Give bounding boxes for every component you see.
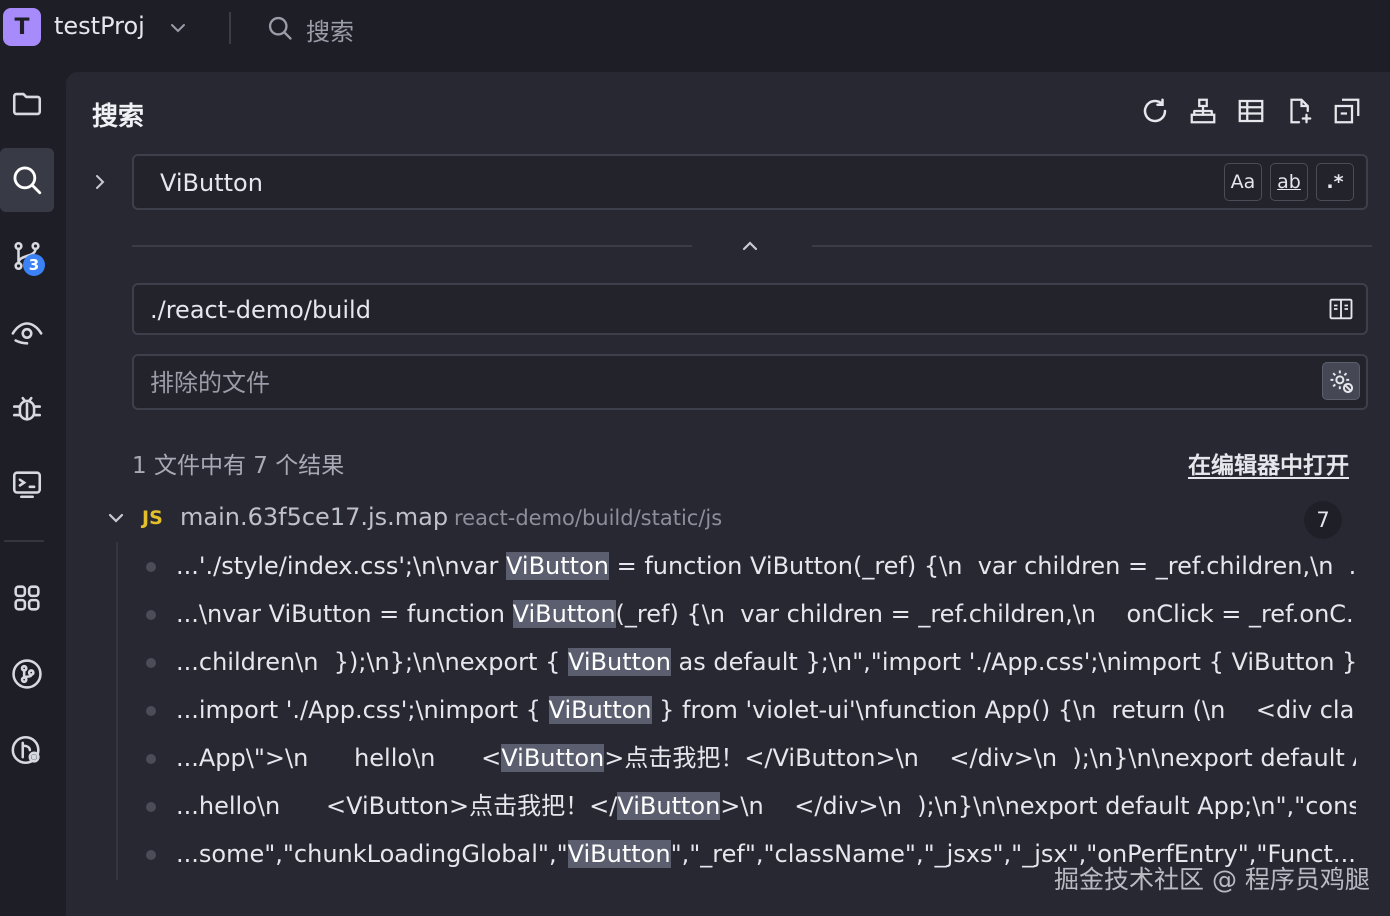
activity-extensions[interactable] (0, 566, 54, 630)
details-toggle-row (132, 232, 1372, 262)
divider-right (812, 245, 1372, 247)
source-control-badge: 3 (23, 254, 45, 276)
result-line[interactable]: ...children\n });\n};\n\nexport { ViButt… (116, 638, 1366, 686)
bullet-icon (146, 610, 156, 620)
match-highlight: ViButton (567, 840, 671, 868)
deploy-settings-icon (11, 735, 40, 765)
bullet-icon (146, 850, 156, 860)
tree-icon (1190, 98, 1216, 124)
top-divider (229, 12, 231, 44)
match-highlight: ViButton (506, 552, 609, 580)
divider-left (132, 245, 692, 247)
search-options: Aa ab .* (1224, 163, 1354, 201)
result-text: ...import './App.css';\nimport { ViButto… (176, 696, 1356, 724)
bullet-icon (146, 706, 156, 716)
use-exclude-settings-button[interactable] (1322, 362, 1360, 400)
file-name: main.63f5ce17.js.map (180, 503, 449, 531)
eye-icon (11, 322, 43, 345)
search-input[interactable] (158, 156, 1222, 210)
project-name[interactable]: testProj (54, 12, 145, 40)
results-summary: 1 文件中有 7 个结果 (132, 453, 345, 479)
terminal-icon (12, 471, 42, 499)
list-icon (1238, 99, 1264, 123)
gear-icon (1330, 370, 1354, 394)
include-files-input[interactable] (148, 285, 1212, 335)
collapse-icon (1334, 98, 1360, 124)
chevron-up-icon[interactable] (738, 234, 762, 258)
book-icon (1329, 298, 1353, 320)
result-line[interactable]: ...import './App.css';\nimport { ViButto… (116, 686, 1366, 734)
search-icon (13, 166, 42, 195)
result-text: ...App\">\n hello\n <ViButton>点击我把！</ViB… (176, 744, 1356, 772)
exclude-files-box (132, 354, 1368, 410)
bullet-icon (146, 562, 156, 572)
watermark: 掘金技术社区 @ 程序员鸡腿 (1054, 865, 1370, 894)
result-text: ...children\n });\n};\n\nexport { ViButt… (176, 648, 1356, 676)
open-editors-only-button[interactable] (1322, 290, 1360, 328)
result-line[interactable]: ...\nvar ViButton = function ViButton(_r… (116, 590, 1366, 638)
result-line[interactable]: ...hello\n <ViButton>点击我把！</ViButton>\n … (116, 782, 1366, 830)
refresh-icon (1143, 98, 1167, 123)
match-highlight: ViButton (512, 600, 616, 628)
match-highlight: ViButton (617, 792, 721, 820)
chevron-right-icon[interactable] (88, 170, 112, 194)
result-line[interactable]: ...App\">\n hello\n <ViButton>点击我把！</ViB… (116, 734, 1366, 782)
result-text: ...hello\n <ViButton>点击我把！</ViButton>\n … (176, 792, 1356, 820)
collapse-all-button[interactable] (1188, 94, 1218, 128)
result-text: ...\nvar ViButton = function ViButton(_r… (176, 600, 1356, 628)
bullet-icon (146, 754, 156, 764)
panel-actions (1140, 94, 1362, 128)
git-graph-icon (12, 659, 42, 689)
match-highlight: ViButton (548, 696, 652, 724)
top-bar: T testProj 搜索 (0, 0, 1390, 58)
chevron-down-icon[interactable] (104, 506, 128, 530)
new-search-editor-button[interactable] (1284, 94, 1314, 128)
project-avatar[interactable]: T (3, 8, 41, 46)
panel-title: 搜索 (92, 102, 145, 132)
grid-icon (14, 585, 40, 611)
result-file-row[interactable]: JS main.63f5ce17.js.map react-demo/build… (104, 501, 1354, 539)
file-path: react-demo/build/static/js (454, 506, 723, 530)
clear-results-button[interactable] (1332, 94, 1362, 128)
refresh-button[interactable] (1140, 94, 1170, 128)
include-files-box (132, 283, 1368, 335)
view-as-list-button[interactable] (1236, 94, 1266, 128)
match-highlight: ViButton (567, 648, 671, 676)
chevron-down-icon[interactable] (166, 16, 190, 40)
result-line[interactable]: ...'./style/index.css';\n\nvar ViButton … (116, 542, 1366, 590)
activity-deploy[interactable] (0, 718, 54, 782)
bug-icon (12, 396, 42, 421)
whole-word-button[interactable]: ab (1270, 163, 1308, 201)
activity-preview[interactable] (0, 300, 54, 364)
match-case-button[interactable]: Aa (1224, 163, 1262, 201)
activity-search[interactable] (0, 148, 54, 212)
bullet-icon (146, 802, 156, 812)
match-count-badge: 7 (1304, 501, 1342, 539)
bullet-icon (146, 658, 156, 668)
new-file-icon (1290, 98, 1312, 124)
search-panel: 搜索 Aa ab .* (66, 72, 1390, 916)
regex-button[interactable]: .* (1316, 163, 1354, 201)
activity-bar: 3 (0, 58, 58, 916)
top-search-label[interactable]: 搜索 (306, 12, 354, 47)
activity-explorer[interactable] (0, 72, 54, 136)
activity-terminal[interactable] (0, 452, 54, 516)
open-in-editor-link[interactable]: 在编辑器中打开 (1188, 446, 1349, 480)
js-file-icon: JS (142, 507, 163, 529)
search-icon[interactable] (266, 14, 294, 42)
result-text: ...'./style/index.css';\n\nvar ViButton … (176, 552, 1356, 580)
activity-debug[interactable] (0, 376, 54, 440)
folder-icon (12, 92, 42, 116)
exclude-files-input[interactable] (148, 356, 1212, 410)
match-highlight: ViButton (501, 744, 605, 772)
activity-git-graph[interactable] (0, 642, 54, 706)
activity-separator (4, 540, 44, 542)
search-box: Aa ab .* (132, 154, 1368, 210)
